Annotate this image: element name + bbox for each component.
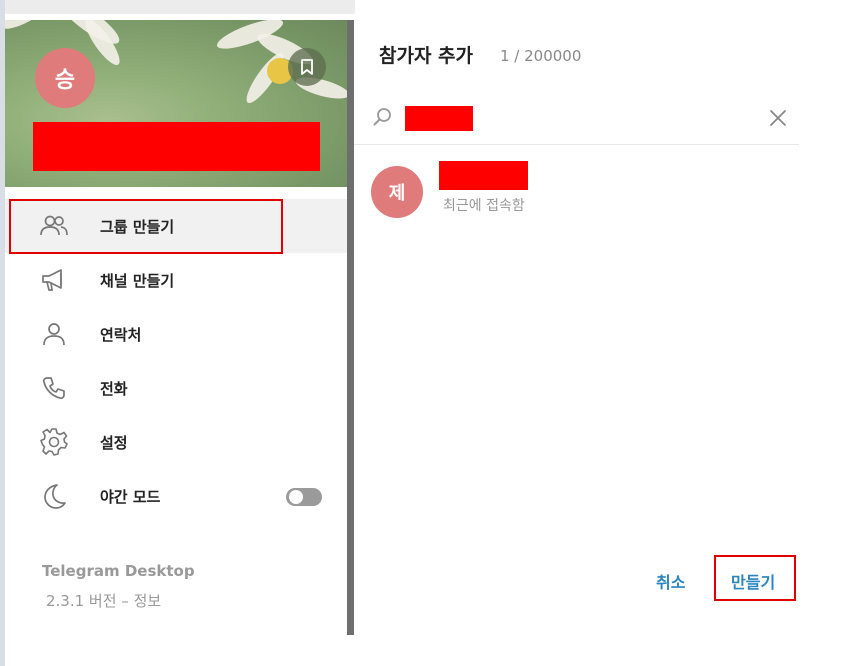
sidebar-item-calls[interactable]: 전화	[5, 361, 347, 415]
cover-petal	[5, 20, 57, 36]
contact-avatar: 제	[371, 166, 423, 218]
megaphone-icon	[39, 266, 69, 294]
cancel-button[interactable]: 취소	[656, 569, 685, 593]
sidebar-menu: 그룹 만들기 채널 만들기 연락처 전화 설정 야간 모드	[5, 199, 347, 523]
profile-name-redacted	[33, 122, 320, 171]
sidebar-item-contacts[interactable]: 연락처	[5, 307, 347, 361]
add-participants-dialog: 참가자 추가 1 / 200000 제 최근에 접속함 취소 만들기	[354, 20, 799, 635]
app-name[interactable]: Telegram Desktop	[42, 562, 195, 580]
profile-cover: 승	[5, 20, 347, 187]
contact-name-redacted	[439, 161, 528, 190]
contact-status: 최근에 접속함	[443, 198, 525, 214]
phone-icon	[39, 374, 69, 402]
participant-count: 1 / 200000	[500, 47, 582, 65]
contact-avatar-initial: 제	[388, 183, 406, 204]
profile-avatar[interactable]: 승	[35, 48, 95, 108]
profile-avatar-initial: 승	[54, 68, 76, 93]
app-version-link[interactable]: 2.3.1 버전 – 정보	[46, 590, 161, 611]
search-icon	[372, 106, 394, 128]
close-icon	[770, 110, 786, 126]
main-menu-sidebar: 승 그룹 만들기 채널 만들기 연락처 전화 설정 야간 모드 Telegram…	[5, 20, 347, 635]
highlight-box	[9, 199, 283, 254]
bookmark-icon	[301, 59, 313, 75]
sidebar-item-label: 전화	[100, 379, 128, 398]
sidebar-item-label: 채널 만들기	[100, 271, 175, 290]
panel-divider	[347, 20, 354, 635]
sidebar-item-settings[interactable]: 설정	[5, 415, 347, 469]
moon-icon	[39, 482, 69, 510]
sidebar-item-label: 설정	[100, 433, 128, 452]
saved-messages-button[interactable]	[288, 48, 326, 86]
window-top-edge	[5, 0, 355, 14]
sidebar-item-label: 연락처	[100, 325, 142, 344]
search-divider	[354, 144, 799, 145]
sidebar-item-new-channel[interactable]: 채널 만들기	[5, 253, 347, 307]
create-button[interactable]: 만들기	[731, 569, 775, 593]
toggle-knob	[287, 488, 305, 506]
contact-list-item[interactable]: 제 최근에 접속함	[354, 158, 799, 222]
clear-search-button[interactable]	[766, 106, 790, 130]
sidebar-item-night-mode[interactable]: 야간 모드	[5, 469, 347, 523]
night-mode-toggle[interactable]	[286, 488, 322, 506]
search-input-redacted[interactable]	[405, 106, 473, 131]
sidebar-item-new-group[interactable]: 그룹 만들기	[5, 199, 347, 254]
dialog-title: 참가자 추가	[379, 45, 474, 67]
person-icon	[39, 320, 69, 348]
sidebar-item-label: 야간 모드	[100, 487, 161, 506]
gear-icon	[39, 428, 69, 456]
